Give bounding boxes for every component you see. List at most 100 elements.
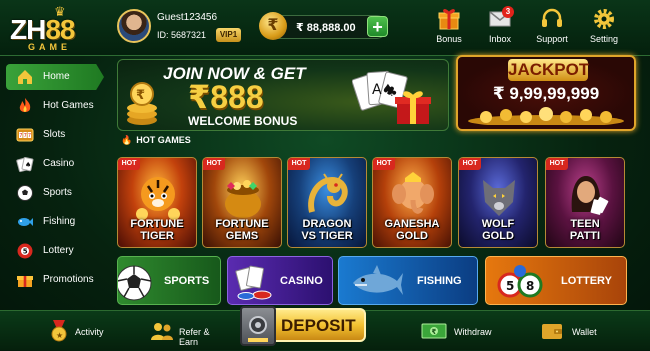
category-label: SPORTS [164, 275, 210, 287]
activity-label: Activity [75, 327, 104, 337]
setting-button[interactable]: Setting [580, 6, 628, 50]
sidebar-item-label: Slots [43, 129, 66, 140]
inbox-button[interactable]: 3 Inbox [476, 6, 524, 50]
category-casino[interactable]: CASINO [227, 256, 333, 305]
add-funds-button[interactable]: + [367, 16, 388, 37]
category-label: FISHING [417, 275, 462, 287]
jackpot-value: ₹ 9,99,99,999 [492, 84, 600, 103]
jackpot-title: JACKPOT [508, 59, 590, 81]
game-title-line1: DRAGON [302, 218, 352, 230]
balance-amount: ₹ 88,888.00 [296, 22, 356, 34]
hot-badge: HOT [118, 158, 140, 170]
sidebar-item-slots[interactable]: 777 Slots [6, 122, 104, 148]
game-card-fortune-tiger[interactable]: HOT FORTUNE TIGER [117, 157, 197, 248]
soccer-ball-icon [118, 263, 154, 301]
avatar[interactable] [117, 9, 151, 43]
inbox-label: Inbox [488, 34, 512, 44]
svg-text:7: 7 [24, 133, 27, 139]
medal-icon: ★ [47, 319, 71, 343]
game-title-line2: GOLD [396, 230, 428, 242]
hot-games-heading: 🔥 HOT GAMES [121, 135, 191, 146]
treasure-pot-icon [219, 172, 267, 222]
refer-earn-button[interactable]: Refer & Earn [150, 311, 230, 351]
game-title: FORTUNE TIGER [118, 218, 196, 242]
sidebar-item-label: Home [43, 71, 70, 82]
refer-earn-label: Refer & Earn [179, 327, 210, 347]
support-label: Support [536, 34, 568, 44]
brand-logo[interactable]: ♛ ZH88 GAME [10, 5, 106, 52]
sidebar-item-label: Sports [43, 187, 72, 198]
svg-text:7: 7 [28, 133, 31, 139]
setting-label: Setting [589, 34, 619, 44]
sidebar-item-label: Lottery [43, 245, 74, 256]
sidebar-item-lottery[interactable]: 5 Lottery [6, 238, 104, 264]
gear-icon [591, 6, 617, 32]
woman-with-cards-icon [562, 172, 610, 222]
sidebar-item-promotions[interactable]: Promotions [6, 267, 104, 293]
category-label: LOTTERY [561, 275, 612, 287]
coin-stack-icon: ₹ [124, 80, 160, 128]
category-lottery[interactable]: 58 LOTTERY [485, 256, 627, 305]
category-sports[interactable]: SPORTS [117, 256, 221, 305]
dragon-icon [304, 172, 352, 222]
deposit-label: DEPOSIT [281, 316, 356, 335]
shark-icon [349, 263, 405, 301]
sidebar-item-casino[interactable]: ♠ Casino [6, 151, 104, 177]
withdraw-button[interactable]: ₹ Withdraw [418, 311, 498, 351]
people-icon [150, 319, 174, 343]
sidebar-nav: Home Hot Games 777 Slots ♠ Casino Sports… [6, 62, 104, 300]
bonus-button[interactable]: Bonus [425, 6, 473, 50]
game-title-line1: TEEN [570, 218, 600, 230]
hot-badge: HOT [203, 158, 225, 170]
game-card-ganesha-gold[interactable]: HOT GANESHA GOLD [372, 157, 452, 248]
logo-accent: 88 [45, 14, 75, 45]
vip-badge[interactable]: VIP1 [216, 28, 241, 42]
sidebar-item-label: Casino [43, 158, 75, 169]
svg-text:♠: ♠ [25, 161, 31, 169]
hot-badge: HOT [288, 158, 310, 170]
sidebar-item-sports[interactable]: Sports [6, 180, 104, 206]
sidebar-item-hot-games[interactable]: Hot Games [6, 93, 104, 119]
game-title-line1: WOLF [481, 218, 515, 230]
svg-text:7: 7 [19, 133, 22, 139]
fire-icon: 🔥 [121, 135, 133, 145]
game-title-line2: TIGER [140, 230, 174, 242]
lottery-ball-icon: 5 [16, 242, 34, 260]
sidebar-item-fishing[interactable]: Fishing [6, 209, 104, 235]
top-header: ♛ ZH88 GAME Guest123456 ID: 5687321 VIP1… [0, 0, 650, 56]
svg-text:★: ★ [56, 331, 63, 340]
soccer-ball-icon [16, 184, 34, 202]
game-card-dragon-vs-tiger[interactable]: HOT DRAGON VS TIGER [287, 157, 367, 248]
wallet-icon [540, 319, 564, 343]
support-button[interactable]: Support [528, 6, 576, 50]
game-title-line2: GOLD [482, 230, 514, 242]
withdraw-label: Withdraw [454, 327, 492, 337]
wallet-button[interactable]: Wallet [540, 311, 620, 351]
welcome-bonus-banner[interactable]: ₹ JOIN NOW & GET ₹888 WELCOME BONUS A♠ ♣ [117, 59, 449, 131]
jackpot-banner[interactable]: JACKPOT ₹ 9,99,99,999 [456, 55, 636, 131]
sidebar-item-home[interactable]: Home [6, 64, 104, 90]
deposit-button[interactable]: DEPOSIT [236, 304, 366, 350]
hot-badge: HOT [373, 158, 395, 170]
playing-cards-chips-icon [234, 263, 274, 301]
game-title: DRAGON VS TIGER [288, 218, 366, 242]
game-title: GANESHA GOLD [373, 218, 451, 242]
game-title-line1: FORTUNE [130, 218, 184, 230]
game-card-fortune-gems[interactable]: HOT FORTUNE GEMS [202, 157, 282, 248]
game-title-line2: GEMS [225, 230, 259, 242]
fire-icon [16, 97, 34, 115]
category-label: CASINO [280, 275, 323, 287]
game-title: TEEN PATTI [546, 218, 624, 242]
game-title: WOLF GOLD [459, 218, 537, 242]
gift-icon [436, 6, 462, 32]
fish-icon [16, 213, 34, 231]
logo-sub: GAME [28, 42, 71, 52]
game-card-teen-patti[interactable]: HOT TEEN PATTI [545, 157, 625, 248]
category-fishing[interactable]: FISHING [338, 256, 478, 305]
wallet-label: Wallet [572, 327, 597, 337]
activity-button[interactable]: ★ Activity [44, 311, 104, 351]
hot-games-title: HOT GAMES [136, 135, 191, 145]
logo-main: ZH [10, 14, 46, 45]
game-card-wolf-gold[interactable]: HOT WOLF GOLD [458, 157, 538, 248]
ganesha-icon [389, 172, 437, 222]
